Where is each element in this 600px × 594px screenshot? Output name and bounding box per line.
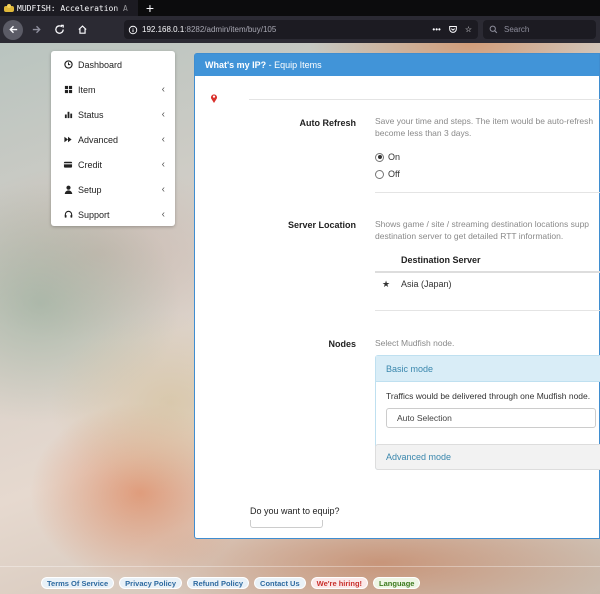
chevron-left-icon: ‹ bbox=[161, 134, 165, 145]
page-actions-dots-icon[interactable]: ••• bbox=[432, 25, 440, 34]
server-location-desc: Shows game / site / streaming destinatio… bbox=[375, 219, 590, 241]
nodes-desc: Select Mudfish node. bbox=[375, 338, 455, 348]
url-bar[interactable]: 192.168.0.1:8282/admin/item/buy/105 ••• … bbox=[124, 20, 478, 39]
sidebar-item-label: Dashboard bbox=[78, 59, 123, 70]
auto-refresh-on-radio[interactable]: On bbox=[375, 152, 400, 162]
footer-link-language[interactable]: Language bbox=[373, 577, 421, 589]
footer-link-contact-us[interactable]: Contact Us bbox=[254, 577, 306, 589]
auto-refresh-off-radio[interactable]: Off bbox=[375, 169, 400, 179]
sidebar-item-credit[interactable]: Credit ‹ bbox=[51, 152, 175, 177]
clock-icon bbox=[63, 60, 73, 70]
site-info-icon[interactable] bbox=[124, 25, 142, 35]
browser-tab[interactable]: MUDFISH: Acceleration A bbox=[0, 0, 138, 16]
sidebar-item-status[interactable]: Status ‹ bbox=[51, 102, 175, 127]
auto-refresh-label: Auto Refresh bbox=[299, 118, 356, 128]
bar-chart-icon bbox=[63, 110, 73, 120]
search-placeholder: Search bbox=[504, 25, 530, 34]
radio-unselected-icon[interactable] bbox=[375, 169, 384, 179]
sidebar-item-setup[interactable]: Setup ‹ bbox=[51, 177, 175, 202]
sidebar-item-label: Status bbox=[78, 109, 104, 120]
sidebar-item-item[interactable]: Item ‹ bbox=[51, 77, 175, 102]
nodes-label: Nodes bbox=[328, 339, 356, 349]
star-icon: ★ bbox=[382, 279, 391, 289]
sidebar-item-dashboard[interactable]: Dashboard bbox=[51, 52, 175, 77]
node-select-value: Auto Selection bbox=[397, 413, 452, 423]
chevron-left-icon: ‹ bbox=[161, 109, 165, 120]
browser-search-box[interactable]: Search bbox=[483, 20, 596, 39]
footer-link-we-re-hiring[interactable]: We're hiring! bbox=[310, 577, 369, 589]
footer-link-privacy-policy[interactable]: Privacy Policy bbox=[119, 577, 183, 589]
reload-icon[interactable] bbox=[49, 20, 69, 40]
forward-arrow-icon[interactable] bbox=[26, 20, 46, 40]
sidebar-item-label: Setup bbox=[78, 184, 102, 195]
server-location-label: Server Location bbox=[287, 220, 356, 230]
page-background: Dashboard Item ‹ Status ‹ Advanced ‹ Credit ‹ Set… bbox=[0, 43, 600, 594]
sidebar-item-label: Credit bbox=[78, 159, 103, 170]
basic-mode-text: Traffics would be delivered through one … bbox=[386, 391, 591, 401]
tab-title: MUDFISH: Acceleration A bbox=[17, 3, 128, 13]
footer-links: Terms Of Service Privacy Policy Refund Pol… bbox=[41, 577, 421, 589]
browser-titlebar: MUDFISH: Acceleration A + bbox=[0, 0, 600, 16]
footer-link-terms-of-service[interactable]: Terms Of Service bbox=[41, 577, 115, 589]
node-select[interactable]: Auto Selection bbox=[386, 408, 596, 428]
destination-server-value: Asia (Japan) bbox=[401, 279, 452, 289]
url-text: 192.168.0.1:8282/admin/item/buy/105 bbox=[142, 25, 277, 34]
headset-icon bbox=[63, 210, 73, 220]
equip-button[interactable] bbox=[250, 520, 323, 528]
auto-refresh-desc: Save your time and steps. The item would… bbox=[375, 116, 594, 138]
panel-title-bold: What's my IP? bbox=[205, 60, 267, 70]
sidebar-item-label: Support bbox=[78, 209, 110, 220]
back-arrow-icon[interactable] bbox=[3, 19, 23, 40]
new-tab-plus-icon[interactable]: + bbox=[138, 0, 162, 16]
user-icon bbox=[63, 185, 73, 195]
fast-forward-icon bbox=[63, 135, 73, 145]
home-icon[interactable] bbox=[72, 20, 92, 40]
sidebar-item-advanced[interactable]: Advanced ‹ bbox=[51, 127, 175, 152]
sidebar-item-label: Advanced bbox=[78, 134, 119, 145]
chevron-left-icon: ‹ bbox=[161, 159, 165, 170]
advanced-mode-tab[interactable]: Advanced mode bbox=[375, 444, 600, 470]
sidebar-menu: Dashboard Item ‹ Status ‹ Advanced ‹ Credit ‹ Set… bbox=[51, 51, 175, 226]
chevron-left-icon: ‹ bbox=[161, 84, 165, 95]
footer-link-refund-policy[interactable]: Refund Policy bbox=[187, 577, 250, 589]
sidebar-item-support[interactable]: Support ‹ bbox=[51, 202, 175, 227]
panel-header: What's my IP? - Equip Items bbox=[195, 54, 599, 76]
pocket-icon[interactable] bbox=[448, 24, 458, 36]
sidebar-item-label: Item bbox=[78, 84, 96, 95]
browser-navbar: 192.168.0.1:8282/admin/item/buy/105 ••• … bbox=[0, 16, 600, 43]
map-pin-icon bbox=[211, 94, 217, 103]
grid-icon bbox=[63, 85, 73, 95]
credit-card-icon bbox=[63, 160, 73, 170]
chevron-left-icon: ‹ bbox=[161, 184, 165, 195]
destination-server-header: Destination Server bbox=[401, 255, 481, 265]
equip-question: Do you want to equip? bbox=[250, 506, 340, 516]
chevron-left-icon: ‹ bbox=[161, 209, 165, 220]
panel-title-rest: - Equip Items bbox=[266, 60, 322, 70]
radio-selected-icon[interactable] bbox=[375, 152, 384, 162]
mudfish-favicon-icon bbox=[4, 3, 14, 13]
search-icon bbox=[489, 25, 498, 34]
bookmark-star-icon[interactable]: ☆ bbox=[465, 25, 472, 34]
basic-mode-tab[interactable]: Basic mode bbox=[376, 356, 600, 382]
